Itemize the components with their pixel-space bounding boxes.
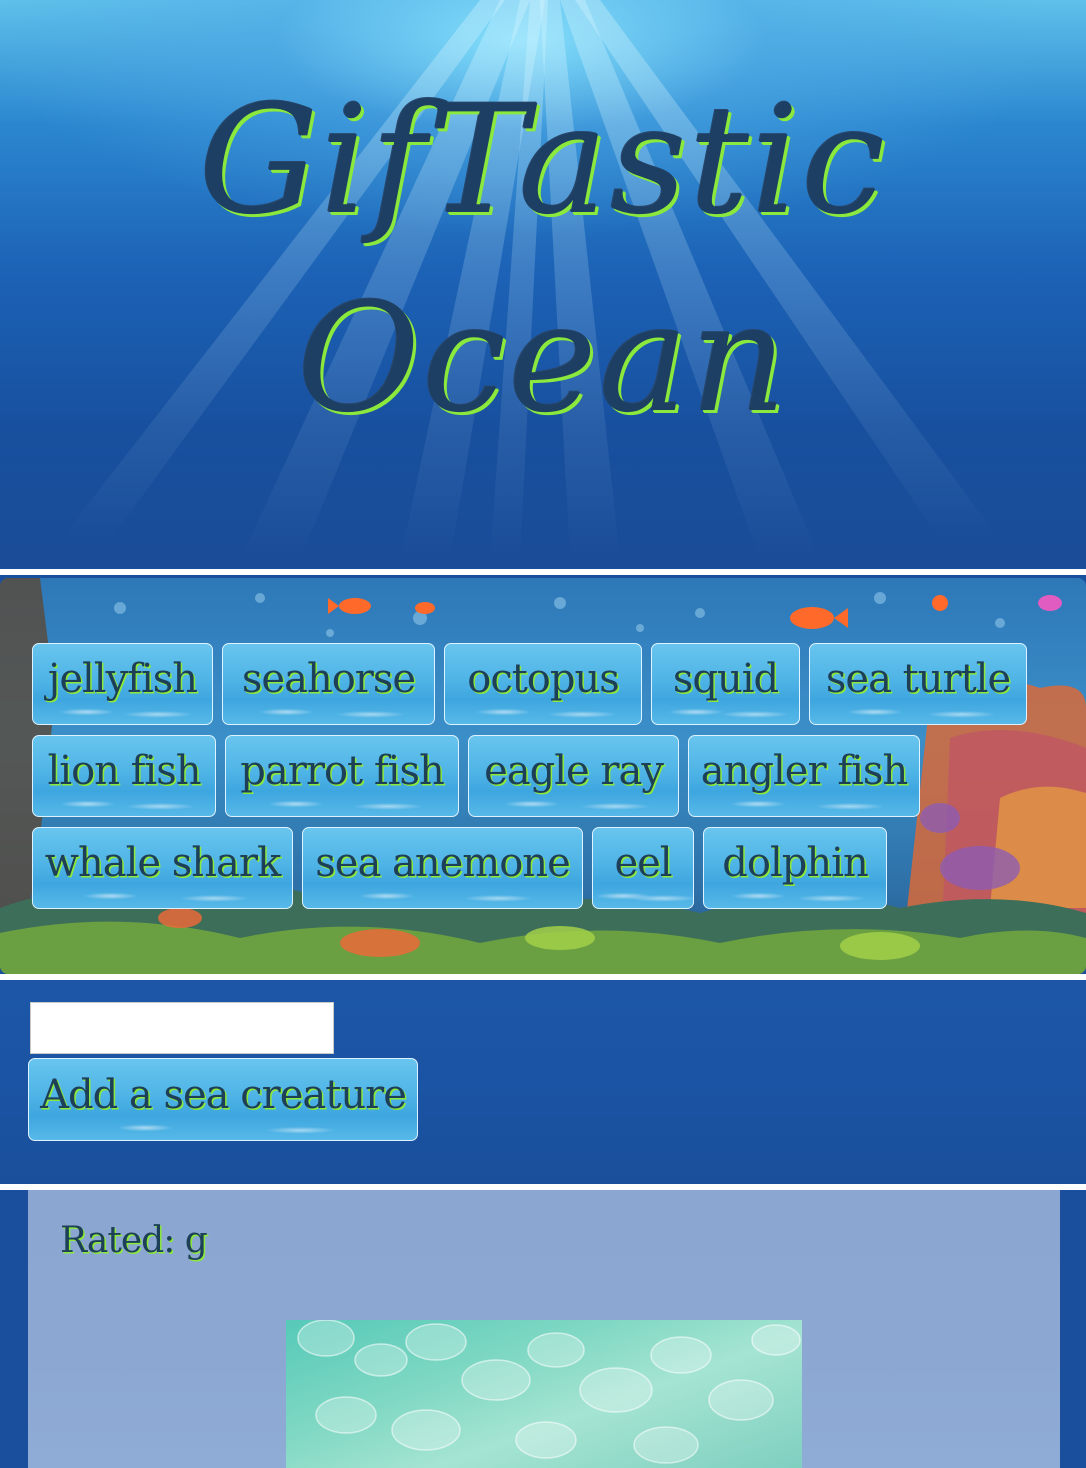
creature-button-row-2: lion fish parrot fish eagle ray angler f… xyxy=(32,735,920,817)
gif-results-panel: Rated: g xyxy=(28,1190,1060,1468)
creature-button-sea-turtle[interactable]: sea turtle xyxy=(809,643,1027,725)
jellyfish-image xyxy=(297,1320,801,1464)
creature-button-whale-shark[interactable]: whale shark xyxy=(32,827,293,909)
creature-button-row-1: jellyfish seahorse octopus squid sea tur… xyxy=(32,643,1027,725)
creature-button-eel[interactable]: eel xyxy=(592,827,694,909)
creature-button-lion-fish[interactable]: lion fish xyxy=(32,735,216,817)
gif-rating-label: Rated: g xyxy=(60,1220,208,1261)
creature-button-jellyfish[interactable]: jellyfish xyxy=(32,643,213,725)
page-header: GifTastic Ocean xyxy=(0,0,1086,568)
creature-button-octopus[interactable]: octopus xyxy=(444,643,642,725)
header-divider xyxy=(0,569,1086,575)
gif-image-jellyfish[interactable] xyxy=(286,1320,802,1468)
creature-button-angler-fish[interactable]: angler fish xyxy=(688,735,920,817)
site-title-line2: Ocean xyxy=(297,272,789,446)
creature-button-row-3: whale shark sea anemone eel dolphin xyxy=(32,827,887,909)
creature-button-sea-anemone[interactable]: sea anemone xyxy=(302,827,583,909)
creature-name-input[interactable] xyxy=(30,1002,334,1054)
creature-button-seahorse[interactable]: seahorse xyxy=(222,643,435,725)
site-title-line1: GifTastic xyxy=(198,74,888,248)
creature-button-squid[interactable]: squid xyxy=(651,643,800,725)
creature-button-eagle-ray[interactable]: eagle ray xyxy=(468,735,679,817)
creature-button-dolphin[interactable]: dolphin xyxy=(703,827,887,909)
creature-button-parrot-fish[interactable]: parrot fish xyxy=(225,735,459,817)
add-creature-button[interactable]: Add a sea creature xyxy=(28,1058,418,1141)
